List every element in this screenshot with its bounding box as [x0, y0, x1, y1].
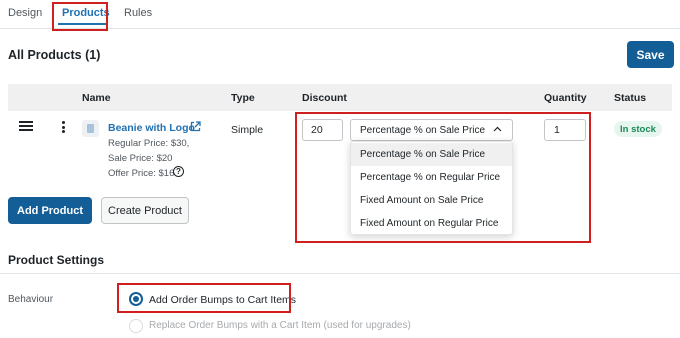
add-product-button[interactable]: Add Product	[8, 197, 92, 224]
tab-highlight-box	[52, 2, 108, 31]
settings-divider	[0, 273, 680, 274]
column-header-discount: Discount	[302, 92, 347, 104]
sale-price: Sale Price: $20	[108, 153, 173, 164]
replace-order-bumps-label[interactable]: Replace Order Bumps with a Cart Item (us…	[149, 320, 411, 331]
drag-handle-icon[interactable]	[19, 121, 33, 131]
settings-title: Product Settings	[8, 253, 105, 267]
product-name-link[interactable]: Beanie with Logo	[108, 122, 195, 134]
page-title: All Products (1)	[8, 48, 101, 62]
radio-highlight-box	[117, 283, 291, 313]
status-badge: In stock	[614, 121, 662, 137]
tab-design[interactable]: Design	[8, 7, 42, 19]
column-header-type: Type	[231, 92, 255, 104]
help-icon[interactable]: ?	[173, 166, 184, 177]
behaviour-label: Behaviour	[8, 294, 54, 305]
product-thumbnail	[82, 120, 99, 137]
more-options-icon[interactable]	[62, 121, 66, 133]
column-header-status: Status	[614, 92, 647, 104]
regular-price: Regular Price: $30,	[108, 138, 190, 149]
tab-rules[interactable]: Rules	[124, 7, 152, 19]
column-header-name: Name	[82, 92, 111, 104]
create-product-button[interactable]: Create Product	[101, 197, 189, 224]
save-button[interactable]: Save	[627, 41, 674, 68]
offer-price: Offer Price: $16	[108, 168, 175, 179]
replace-order-bumps-radio[interactable]	[129, 319, 143, 333]
external-link-icon[interactable]	[190, 121, 201, 132]
product-type: Simple	[231, 124, 264, 136]
column-header-quantity: Quantity	[544, 92, 587, 104]
discount-quantity-highlight-box	[295, 112, 591, 243]
